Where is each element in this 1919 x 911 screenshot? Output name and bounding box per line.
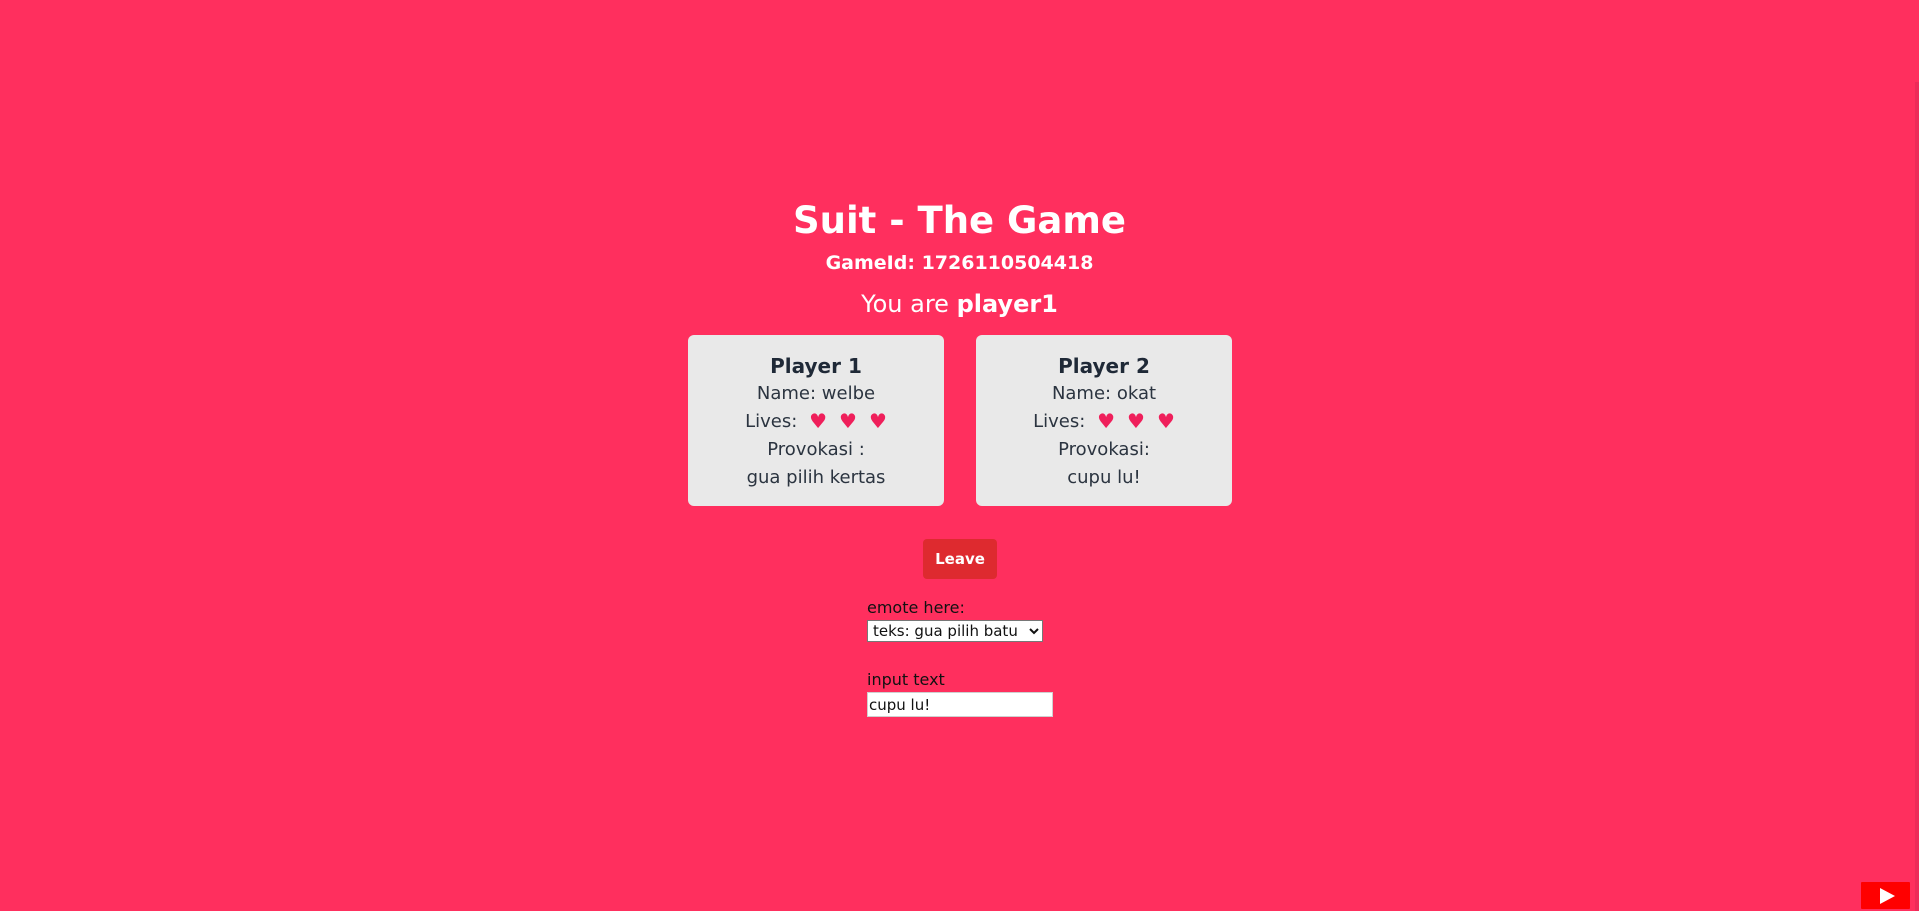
player-2-lives-hearts: ♥ ♥ ♥ [1097, 409, 1175, 433]
player-1-provokasi-value: gua pilih kertas [746, 467, 886, 488]
youtube-button[interactable] [1861, 882, 1910, 909]
player-2-lives-row: Lives: ♥ ♥ ♥ [976, 408, 1232, 436]
game-id-value: 1726110504418 [921, 252, 1094, 274]
leave-button[interactable]: Leave [923, 539, 997, 579]
emote-select[interactable]: teks: gua pilih batu [867, 620, 1043, 642]
heart-icon: ♥ [1097, 409, 1115, 433]
player-role-line: You are player1 [0, 288, 1919, 320]
player-1-name-label: Name: [756, 383, 817, 404]
heart-icon: ♥ [868, 409, 887, 433]
heart-icon: ♥ [1127, 409, 1145, 433]
play-icon [1880, 888, 1895, 904]
player-1-card: Player 1 Name: welbe Lives: ♥ ♥ ♥ Provokas… [688, 335, 944, 506]
player-2-name-value: okat [1116, 383, 1157, 404]
player-2-provokasi-label: Provokasi: [1058, 439, 1150, 460]
heart-icon: ♥ [1156, 409, 1175, 433]
input-text-field[interactable] [867, 692, 1053, 717]
emote-label: emote here: [867, 598, 965, 617]
player-1-name-row: Name: welbe [688, 380, 944, 408]
game-id-line: GameId: 1726110504418 [0, 249, 1919, 277]
chat-controls: emote here: teks: gua pilih batu input t… [867, 598, 1067, 717]
game-id-label: GameId: [825, 252, 915, 274]
player-1-name-value: welbe [821, 383, 876, 404]
player-2-name-label: Name: [1051, 383, 1112, 404]
page-title: Suit - The Game [792, 199, 1127, 242]
player-1-provokasi-label: Provokasi : [767, 439, 865, 460]
player-2-card: Player 2 Name: okat Lives: ♥ ♥ ♥ Provokasi… [976, 335, 1232, 506]
scrollbar-track[interactable] [1915, 82, 1919, 911]
input-text-label: input text [867, 670, 945, 689]
player-2-title: Player 2 [1058, 354, 1150, 378]
game-page: Suit - The Game GameId: 1726110504418 Yo… [0, 0, 1919, 911]
player-1-title: Player 1 [770, 354, 862, 378]
player-1-lives-label: Lives: [745, 411, 798, 432]
player-2-name-row: Name: okat [976, 380, 1232, 408]
role-value: player1 [956, 290, 1058, 318]
player-1-lives-row: Lives: ♥ ♥ ♥ [688, 408, 944, 436]
player-2-provokasi-value: cupu lu! [1067, 467, 1141, 488]
heart-icon: ♥ [809, 409, 827, 433]
player-2-lives-label: Lives: [1033, 411, 1086, 432]
role-prefix: You are [861, 290, 949, 318]
heart-icon: ♥ [839, 409, 857, 433]
player-1-lives-hearts: ♥ ♥ ♥ [809, 409, 887, 433]
